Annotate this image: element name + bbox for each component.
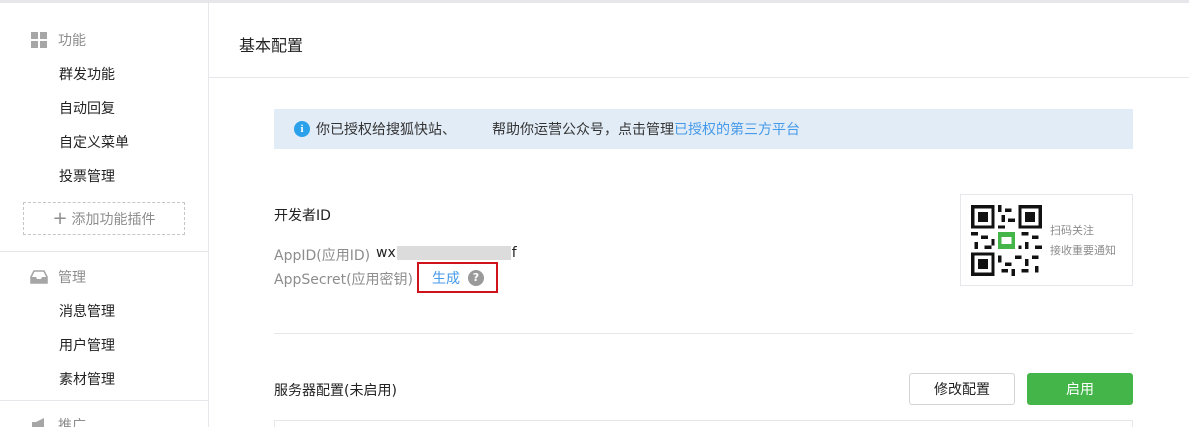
- plus-icon: +: [52, 207, 68, 229]
- appid-label: AppID(应用ID): [274, 248, 371, 264]
- server-config-table: [274, 420, 1133, 427]
- nav-group-label: 推广: [58, 418, 86, 427]
- third-party-link[interactable]: 已授权的第三方平台: [674, 119, 800, 139]
- generate-highlight: 生成 ?: [417, 262, 498, 293]
- qr-card: 扫码关注 接收重要通知: [960, 194, 1133, 286]
- qr-caption: 扫码关注 接收重要通知: [1050, 221, 1116, 261]
- appid-mask: [396, 246, 511, 260]
- appid-suffix: f: [511, 245, 517, 261]
- sidebar-item-auto-reply[interactable]: 自动回复: [59, 98, 115, 118]
- main-content: 基本配置 i 你已授权给搜狐快站、 帮助你运营公众号，点击管理 已授权的第三方平…: [209, 3, 1189, 427]
- appid-value: wx f: [376, 245, 517, 261]
- section-divider: [274, 333, 1133, 334]
- notice-text-2: 帮助你运营公众号，点击管理: [492, 122, 674, 138]
- qr-caption-line1: 扫码关注: [1050, 224, 1094, 237]
- help-icon[interactable]: ?: [468, 269, 484, 286]
- add-plugin-button[interactable]: + 添加功能插件: [23, 202, 185, 235]
- sidebar-item-vote[interactable]: 投票管理: [59, 166, 115, 186]
- qr-caption-line2: 接收重要通知: [1050, 244, 1116, 257]
- megaphone-icon: [30, 416, 48, 427]
- appid-prefix: wx: [376, 245, 396, 261]
- notice-text-1: 你已授权给搜狐快站、: [316, 122, 456, 138]
- nav-group-label: 管理: [58, 270, 86, 286]
- nav-group-promote: 推广: [30, 415, 86, 427]
- sidebar-item-mass-send[interactable]: 群发功能: [59, 64, 115, 84]
- nav-divider: [0, 251, 208, 252]
- authorization-notice: i 你已授权给搜狐快站、 帮助你运营公众号，点击管理 已授权的第三方平台: [274, 109, 1133, 149]
- nav-group-manage: 管理: [30, 267, 86, 287]
- nav-group-label: 功能: [58, 33, 86, 49]
- info-icon: i: [294, 121, 310, 137]
- enable-button[interactable]: 启用: [1027, 373, 1133, 405]
- sidebar: 功能 群发功能 自动回复 自定义菜单 投票管理 + 添加功能插件 管理 消息管理…: [0, 3, 209, 427]
- sidebar-item-custom-menu[interactable]: 自定义菜单: [59, 132, 129, 152]
- grid-icon: [30, 31, 48, 49]
- sidebar-item-messages[interactable]: 消息管理: [59, 301, 115, 321]
- page-header: 基本配置: [209, 3, 1189, 78]
- appsecret-label: AppSecret(应用密钥): [274, 272, 414, 288]
- inbox-icon: [30, 268, 48, 286]
- developer-id-title: 开发者ID: [274, 208, 331, 224]
- server-config-title: 服务器配置(未启用): [274, 383, 397, 399]
- sidebar-item-materials[interactable]: 素材管理: [59, 369, 115, 389]
- sidebar-item-users[interactable]: 用户管理: [59, 335, 115, 355]
- page-title: 基本配置: [239, 36, 304, 55]
- qr-code: [971, 205, 1042, 276]
- add-plugin-label: 添加功能插件: [71, 211, 156, 228]
- generate-secret-link[interactable]: 生成: [432, 268, 460, 288]
- modify-config-button[interactable]: 修改配置: [909, 373, 1015, 405]
- nav-group-function: 功能: [30, 30, 86, 50]
- nav-divider: [0, 400, 208, 401]
